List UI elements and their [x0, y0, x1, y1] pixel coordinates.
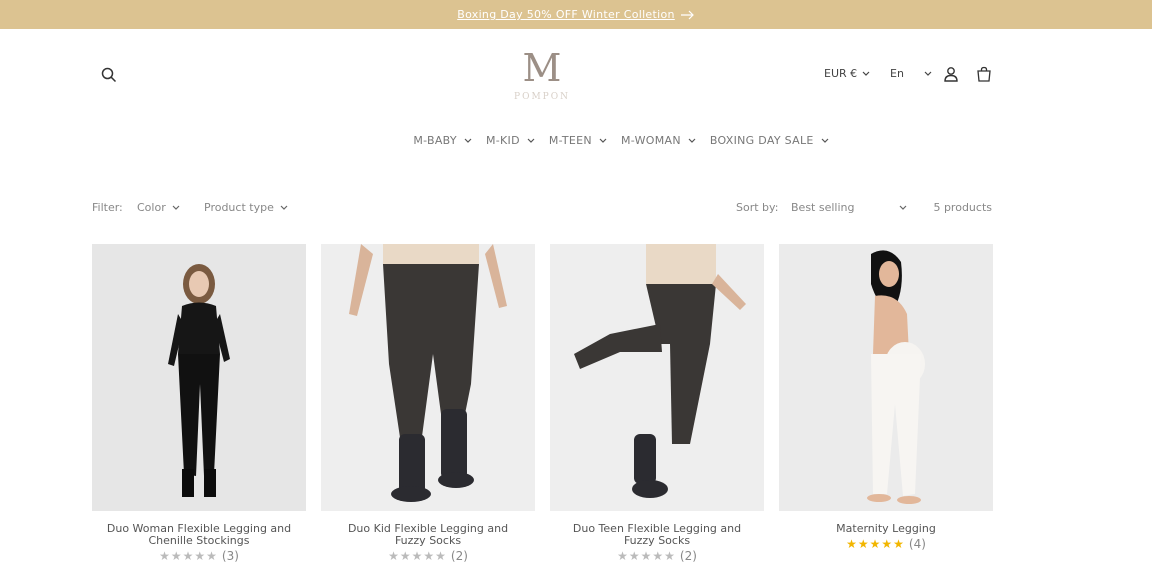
- product-title[interactable]: Maternity Legging: [779, 523, 993, 535]
- logo-wordmark: POMPON: [514, 92, 570, 102]
- product-card[interactable]: Maternity Legging ★★★★★ (4): [779, 244, 993, 563]
- nav-item-teen[interactable]: M-TEEN: [549, 134, 607, 147]
- chevron-down-icon: [464, 138, 472, 143]
- chevron-down-icon: [599, 138, 607, 143]
- product-rating: ★★★★★ (2): [550, 549, 764, 563]
- currency-label: EUR €: [824, 67, 858, 80]
- arrow-right-icon: [680, 10, 694, 19]
- product-rating: ★★★★★ (3): [92, 549, 306, 563]
- product-rating: ★★★★★ (2): [321, 549, 535, 563]
- nav-item-kid[interactable]: M-KID: [486, 134, 535, 147]
- nav-label: M-TEEN: [548, 134, 592, 147]
- rating-count: (2): [679, 549, 697, 563]
- language-selector[interactable]: En: [890, 67, 932, 80]
- rating-count: (4): [908, 537, 926, 551]
- site-header: M POMPON EUR € En: [0, 29, 1152, 119]
- rating-stars: ★★★★★: [159, 549, 218, 563]
- chevron-down-icon: [862, 71, 870, 76]
- product-title[interactable]: Duo Woman Flexible Legging and Chenille …: [92, 523, 306, 547]
- announcement-bar: Boxing Day 50% OFF Winter Colletion: [0, 0, 1152, 29]
- search-icon[interactable]: [100, 66, 118, 84]
- product-title[interactable]: Duo Kid Flexible Legging and Fuzzy Socks: [321, 523, 535, 547]
- product-title[interactable]: Duo Teen Flexible Legging and Fuzzy Sock…: [550, 523, 764, 547]
- filter-label: Filter:: [92, 201, 123, 214]
- nav-item-woman[interactable]: M-WOMAN: [621, 134, 696, 147]
- product-image[interactable]: [92, 244, 306, 511]
- rating-stars: ★★★★★: [388, 549, 447, 563]
- nav-label: BOXING DAY SALE: [709, 134, 814, 147]
- nav-label: M-KID: [485, 134, 520, 147]
- rating-stars: ★★★★★: [846, 537, 905, 551]
- product-grid: Duo Woman Flexible Legging and Chenille …: [92, 244, 993, 563]
- product-image[interactable]: [779, 244, 993, 511]
- rating-count: (3): [221, 549, 239, 563]
- nav-item-baby[interactable]: M-BABY: [413, 134, 472, 147]
- color-filter-label: Color: [137, 201, 166, 214]
- product-card[interactable]: Duo Woman Flexible Legging and Chenille …: [92, 244, 306, 563]
- product-card[interactable]: Duo Kid Flexible Legging and Fuzzy Socks…: [321, 244, 535, 563]
- product-type-filter[interactable]: Product type: [204, 201, 288, 214]
- sort-label: Sort by:: [736, 201, 779, 214]
- nav-label: M-BABY: [413, 134, 457, 147]
- chevron-down-icon: [527, 138, 535, 143]
- chevron-down-icon: [821, 138, 829, 143]
- color-filter[interactable]: Color: [137, 201, 180, 214]
- announcement-link[interactable]: Boxing Day 50% OFF Winter Colletion: [457, 8, 675, 21]
- account-icon[interactable]: [943, 66, 959, 82]
- chevron-down-icon: [924, 71, 932, 76]
- chevron-down-icon: [172, 205, 180, 210]
- cart-icon[interactable]: [976, 66, 992, 82]
- logo-mark: M: [522, 46, 562, 90]
- filter-bar: Filter: Color Product type Sort by: Best…: [92, 201, 992, 217]
- chevron-down-icon: [280, 205, 288, 210]
- main-nav: M-BABY M-KID M-TEEN M-WOMAN BOXING DAY S…: [0, 134, 1152, 147]
- language-label: En: [890, 67, 904, 80]
- product-image[interactable]: [550, 244, 764, 511]
- product-type-filter-label: Product type: [204, 201, 274, 214]
- product-count: 5 products: [933, 201, 992, 214]
- product-card[interactable]: Duo Teen Flexible Legging and Fuzzy Sock…: [550, 244, 764, 563]
- nav-label: M-WOMAN: [620, 134, 681, 147]
- currency-selector[interactable]: EUR €: [824, 67, 870, 80]
- nav-item-boxing-day-sale[interactable]: BOXING DAY SALE: [710, 134, 829, 147]
- chevron-down-icon: [899, 205, 907, 210]
- product-rating: ★★★★★ (4): [779, 537, 993, 551]
- chevron-down-icon: [688, 138, 696, 143]
- product-image[interactable]: [321, 244, 535, 511]
- sort-value: Best selling: [791, 201, 855, 214]
- sort-select[interactable]: Best selling: [791, 201, 907, 214]
- rating-stars: ★★★★★: [617, 549, 676, 563]
- rating-count: (2): [450, 549, 468, 563]
- logo[interactable]: M POMPON: [510, 49, 574, 119]
